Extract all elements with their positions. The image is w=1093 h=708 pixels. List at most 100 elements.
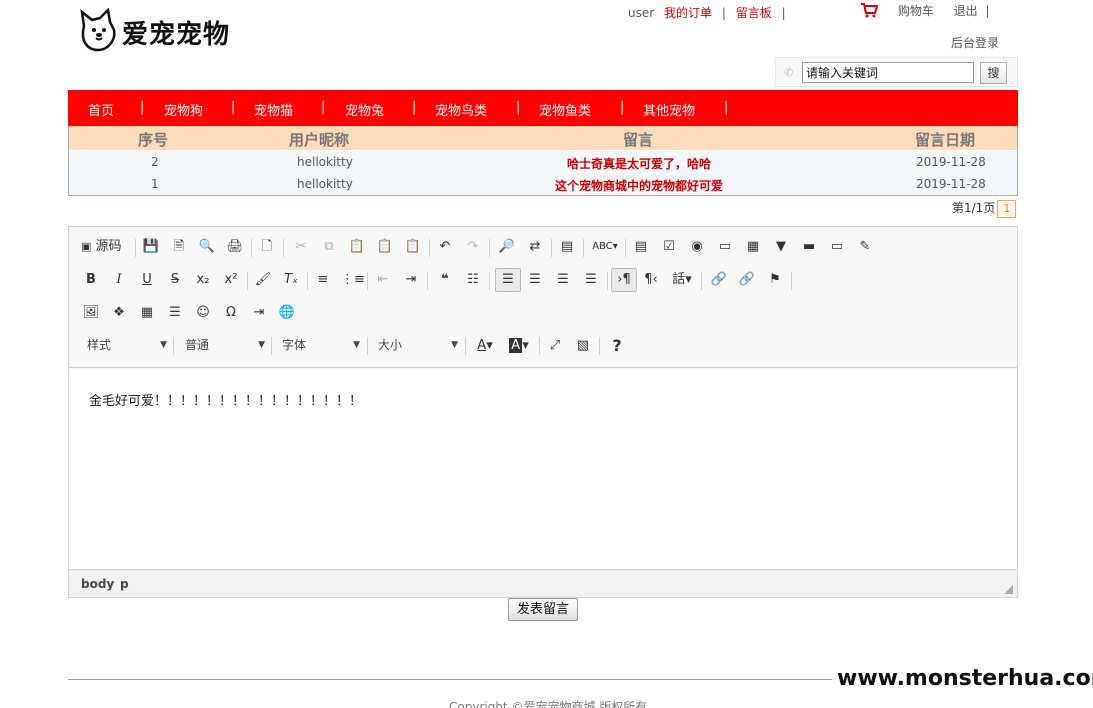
- align-right-icon[interactable]: ☰: [553, 269, 573, 293]
- nav-item-dogs[interactable]: 宠物狗: [164, 100, 203, 119]
- unlink-icon[interactable]: 🔗: [737, 269, 757, 293]
- editor-toolbar: ▣ 源码 💾 🗎 🔍 🖨 🗋 ✂ ⧉ 📋 📋 📋 ↶ ↷ 🔎 ⇄ ▤ ABC▾ …: [69, 227, 1017, 368]
- nav-item-cats[interactable]: 宠物猫: [254, 100, 293, 119]
- nav-item-other[interactable]: 其他宠物: [643, 100, 695, 119]
- replace-icon[interactable]: ⇄: [525, 236, 545, 260]
- checkbox-icon[interactable]: ☑: [659, 236, 679, 260]
- superscript-icon[interactable]: x²: [221, 269, 241, 293]
- toolbar-divider: [489, 239, 490, 257]
- row-user: hellokitty: [297, 155, 353, 169]
- bold-icon[interactable]: B: [81, 269, 101, 293]
- image-icon[interactable]: 🖼: [81, 302, 101, 326]
- nav-separator: |: [620, 100, 625, 115]
- chevron-down-icon: ▼: [353, 340, 360, 350]
- strikethrough-icon[interactable]: S: [165, 269, 185, 293]
- font-select[interactable]: 字体 ▼: [276, 335, 364, 357]
- copy-format-icon[interactable]: 🖌: [253, 269, 273, 293]
- subscript-icon[interactable]: x₂: [193, 269, 213, 293]
- anchor-flag-icon[interactable]: ⚑: [765, 269, 785, 293]
- textarea-icon[interactable]: ▦: [743, 236, 763, 260]
- watermark-text: www.monsterhua.com: [835, 660, 1093, 698]
- numbered-list-icon[interactable]: ≡: [313, 269, 333, 293]
- underline-icon[interactable]: U: [137, 269, 157, 293]
- my-orders-link[interactable]: 我的订单: [664, 6, 712, 20]
- pager: 第1/1页 1: [952, 199, 1017, 218]
- paste-icon[interactable]: 📋: [347, 236, 367, 260]
- new-page-icon[interactable]: 🗎: [169, 236, 189, 260]
- button-field-icon[interactable]: ▬: [799, 236, 819, 260]
- horizontal-rule-icon[interactable]: ☰: [165, 302, 185, 326]
- path-item-body[interactable]: body: [81, 577, 114, 591]
- row-date: 2019-11-28: [916, 155, 986, 169]
- radio-icon[interactable]: ◉: [687, 236, 707, 260]
- paste-word-icon[interactable]: 📋: [403, 236, 423, 260]
- cart-link[interactable]: 购物车: [898, 4, 934, 18]
- guestbook-link[interactable]: 留言板: [736, 6, 772, 20]
- bulleted-list-icon[interactable]: ⋮≡: [341, 269, 365, 293]
- save-icon[interactable]: 💾: [141, 236, 161, 260]
- help-icon[interactable]: ?: [607, 335, 627, 359]
- cut-icon[interactable]: ✂: [291, 236, 311, 260]
- page-number-button[interactable]: 1: [997, 200, 1017, 218]
- remove-format-icon[interactable]: Tₓ: [281, 269, 301, 293]
- submit-message-button[interactable]: 发表留言: [508, 598, 578, 621]
- maximize-icon[interactable]: ⤢: [545, 335, 565, 359]
- toolbar-divider: [367, 272, 368, 290]
- search-button[interactable]: 搜: [980, 62, 1007, 84]
- link-icon[interactable]: 🔗: [709, 269, 729, 293]
- size-select[interactable]: 大小 ▼: [372, 335, 462, 357]
- cart-icon[interactable]: [860, 2, 879, 18]
- text-color-icon[interactable]: A▾: [471, 335, 499, 359]
- admin-login-link[interactable]: 后台登录: [951, 34, 999, 51]
- nav-item-fish[interactable]: 宠物鱼类: [539, 100, 591, 119]
- logout-link[interactable]: 退出: [954, 4, 978, 18]
- div-container-icon[interactable]: ☷: [463, 269, 483, 293]
- select-field-icon[interactable]: ▼: [771, 236, 791, 260]
- flash-icon[interactable]: ❖: [109, 302, 129, 326]
- image-button-icon[interactable]: ▭: [827, 236, 847, 260]
- indent-icon[interactable]: ⇥: [401, 269, 421, 293]
- iframe-globe-icon[interactable]: 🌐: [277, 302, 297, 326]
- select-all-icon[interactable]: ▤: [557, 236, 577, 260]
- language-icon[interactable]: 話▾: [669, 269, 695, 293]
- spellcheck-icon[interactable]: ABC▾: [591, 236, 619, 260]
- align-center-icon[interactable]: ☰: [525, 269, 545, 293]
- text-field-icon[interactable]: ▭: [715, 236, 735, 260]
- align-left-icon[interactable]: ☰: [495, 268, 521, 292]
- show-blocks-icon[interactable]: ▧: [573, 335, 593, 359]
- toolbar-divider: [135, 239, 136, 257]
- hidden-field-icon[interactable]: ✎: [855, 236, 875, 260]
- nav-item-home[interactable]: 首页: [88, 100, 114, 119]
- toolbar-divider: [429, 239, 430, 257]
- print-icon[interactable]: 🖨: [225, 236, 245, 260]
- italic-icon[interactable]: I: [109, 269, 129, 293]
- editor-content-area[interactable]: 金毛好可爱！！！！！！！！！！！！！！！！: [69, 369, 1017, 569]
- table-header: 序号 用户昵称 留言 留言日期: [69, 126, 1017, 150]
- table-icon[interactable]: ▦: [137, 302, 157, 326]
- nav-item-birds[interactable]: 宠物鸟类: [435, 100, 487, 119]
- paste-text-icon[interactable]: 📋: [375, 236, 395, 260]
- outdent-icon[interactable]: ⇤: [373, 269, 393, 293]
- search-input[interactable]: [802, 62, 974, 83]
- preview-icon[interactable]: 🔍: [197, 236, 217, 260]
- find-icon[interactable]: 🔎: [497, 236, 517, 260]
- copy-icon[interactable]: ⧉: [319, 236, 339, 260]
- path-item-p[interactable]: p: [120, 577, 129, 591]
- templates-icon[interactable]: 🗋: [257, 236, 277, 260]
- form-icon[interactable]: ▤: [631, 236, 651, 260]
- resize-handle-icon[interactable]: [1004, 585, 1013, 594]
- special-char-icon[interactable]: Ω: [221, 302, 241, 326]
- justify-icon[interactable]: ☰: [581, 269, 601, 293]
- smiley-icon[interactable]: ☺: [193, 302, 213, 326]
- blockquote-icon[interactable]: ❝: [435, 269, 455, 293]
- rtl-icon[interactable]: ¶‹: [641, 269, 661, 293]
- ltr-icon[interactable]: ›¶: [611, 268, 637, 292]
- format-select[interactable]: 普通 ▼: [179, 335, 269, 357]
- nav-item-rabbits[interactable]: 宠物兔: [345, 100, 384, 119]
- page-break-icon[interactable]: ⇥: [249, 302, 269, 326]
- undo-icon[interactable]: ↶: [435, 236, 455, 260]
- style-select[interactable]: 样式 ▼: [81, 335, 171, 357]
- bg-color-icon[interactable]: A ▾: [505, 335, 533, 359]
- source-button[interactable]: ▣ 源码: [81, 236, 131, 260]
- redo-icon[interactable]: ↷: [463, 236, 483, 260]
